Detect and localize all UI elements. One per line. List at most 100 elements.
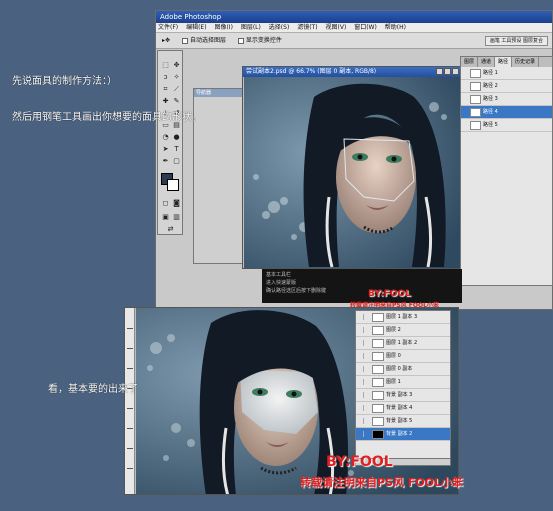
menu-filter[interactable]: 滤镜(T) <box>297 24 317 31</box>
menu-window[interactable]: 窗口(W) <box>354 24 377 31</box>
layer-name: 背景 副本 4 <box>386 405 413 411</box>
magic-wand-icon[interactable]: ✧ <box>172 73 181 82</box>
visibility-eye-icon[interactable] <box>358 366 364 372</box>
menu-edit[interactable]: 编辑(E) <box>186 24 206 31</box>
background-color-swatch[interactable] <box>167 179 179 191</box>
layer-thumbnail <box>372 326 384 335</box>
shape-tool-icon[interactable]: ▢ <box>172 157 181 166</box>
layers-panel: 图层 1 副本 3 图层 2 图层 1 副本 2 图层 0 图层 0 副本 图层… <box>355 310 451 464</box>
tab-paths[interactable]: 路径 <box>495 57 513 67</box>
layer-row[interactable]: 图层 2 <box>356 324 450 337</box>
path-row-2[interactable]: 路径 2 <box>461 80 552 93</box>
path-row-3[interactable]: 路径 3 <box>461 93 552 106</box>
blur-tool-icon[interactable]: ◔ <box>161 133 170 142</box>
layer-thumbnail <box>372 313 384 322</box>
layer-row-selected[interactable]: 背景 副本 2 <box>356 428 450 441</box>
layer-name: 图层 0 <box>386 353 401 359</box>
menu-help[interactable]: 帮助(H) <box>385 24 406 31</box>
path-thumbnail <box>470 69 481 78</box>
minimize-icon[interactable] <box>436 68 443 75</box>
document-title: 尝试副本2.psd @ 66.7% (图层 0 副本, RGB/8) <box>243 67 461 77</box>
layer-row[interactable]: 图层 0 <box>356 350 450 363</box>
visibility-eye-icon[interactable] <box>358 340 364 346</box>
menu-view[interactable]: 视图(V) <box>326 24 347 31</box>
layer-row[interactable]: 图层 1 副本 3 <box>356 311 450 324</box>
workspace-button[interactable]: 画笔 工具预设 图层复合 <box>484 36 548 46</box>
note-pen-step: 然后用钢笔工具画出你想要的面具的形状。 <box>12 112 202 123</box>
window-controls <box>436 68 459 75</box>
layer-name: 背景 副本 2 <box>386 431 413 437</box>
brush-tool-icon[interactable]: ✎ <box>172 97 181 106</box>
show-bounds-checkbox[interactable] <box>237 37 244 44</box>
pen-tool-icon[interactable]: ✒ <box>161 157 170 166</box>
layer-thumbnail <box>372 378 384 387</box>
visibility-eye-icon[interactable] <box>358 353 364 359</box>
dodge-tool-icon[interactable]: ● <box>172 133 181 142</box>
crop-tool-icon[interactable]: ⌗ <box>161 85 170 94</box>
signature-by: BY:FOOL <box>326 454 393 470</box>
layer-row[interactable]: 图层 1 <box>356 376 450 389</box>
visibility-eye-icon[interactable] <box>358 379 364 385</box>
path-select-icon[interactable]: ➤ <box>161 145 170 154</box>
layer-row[interactable]: 背景 副本 5 <box>356 415 450 428</box>
screen-mode-icon[interactable]: ▣ <box>161 213 170 222</box>
path-name: 路径 2 <box>483 83 498 89</box>
document-window-1: 尝试副本2.psd @ 66.7% (图层 0 副本, RGB/8) <box>242 66 462 269</box>
layer-thumbnail <box>372 391 384 400</box>
marquee-tool-icon[interactable]: ⬚ <box>161 61 170 70</box>
visibility-eye-icon[interactable] <box>358 327 364 333</box>
move-tool-icon[interactable]: ✥ <box>172 61 181 70</box>
visibility-eye-icon[interactable] <box>358 392 364 398</box>
options-bar: ▸✥ 自动选择图层 显示变换控件 画笔 工具预设 图层复合 <box>156 33 552 49</box>
path-row-4[interactable]: 路径 4 <box>461 106 552 119</box>
move-tool-icon[interactable]: ▸✥ <box>162 37 170 44</box>
portrait-photo <box>244 77 461 268</box>
layer-row[interactable]: 图层 0 副本 <box>356 363 450 376</box>
jump-imageready-icon[interactable]: ⇄ <box>166 225 175 234</box>
visibility-eye-icon[interactable] <box>358 418 364 424</box>
layer-name: 图层 1 副本 2 <box>386 340 418 346</box>
slice-tool-icon[interactable]: ⟋ <box>172 85 181 94</box>
lasso-tool-icon[interactable]: ↄ <box>161 73 170 82</box>
layer-name: 图层 1 副本 3 <box>386 314 418 320</box>
show-bounds-label: 显示变换控件 <box>245 37 282 44</box>
note-intro: 先说面具的制作方法：） <box>12 76 117 87</box>
auto-select-label: 自动选择图层 <box>189 37 226 44</box>
status-line-1: 基本工具栏 <box>266 272 292 278</box>
path-name: 路径 4 <box>483 109 498 115</box>
panel-tabs: 图层 通道 路径 历史记录 <box>461 57 552 67</box>
path-thumbnail <box>470 82 481 91</box>
vertical-ruler <box>125 308 135 494</box>
navigator-title: 导航器 <box>194 89 242 97</box>
standard-mode-icon[interactable]: ◻ <box>161 199 170 208</box>
auto-select-checkbox[interactable] <box>181 37 188 44</box>
maximize-icon[interactable] <box>444 68 451 75</box>
layer-row[interactable]: 背景 副本 3 <box>356 389 450 402</box>
visibility-eye-icon[interactable] <box>358 314 364 320</box>
tab-layers[interactable]: 图层 <box>461 57 479 67</box>
layer-row[interactable]: 图层 1 副本 2 <box>356 337 450 350</box>
layer-name: 图层 2 <box>386 327 401 333</box>
window-title: Adobe Photoshop <box>156 11 552 23</box>
layer-thumbnail <box>372 430 384 439</box>
menu-file[interactable]: 文件(F) <box>158 24 178 31</box>
menu-image[interactable]: 图像(I) <box>214 24 232 31</box>
menu-select[interactable]: 选择(S) <box>269 24 290 31</box>
type-tool-icon[interactable]: T <box>172 145 181 154</box>
quick-mask-icon[interactable]: ◙ <box>172 199 181 208</box>
layer-thumbnail <box>372 417 384 426</box>
path-row-1[interactable]: 路径 1 <box>461 67 552 80</box>
note-result: 看，基本要的出来了 <box>48 384 138 395</box>
healing-brush-icon[interactable]: ✚ <box>161 97 170 106</box>
layer-thumbnail <box>372 352 384 361</box>
layer-row[interactable]: 背景 副本 4 <box>356 402 450 415</box>
close-icon[interactable] <box>452 68 459 75</box>
visibility-eye-icon[interactable] <box>358 431 364 437</box>
path-row-5[interactable]: 路径 5 <box>461 119 552 132</box>
menu-layer[interactable]: 图层(L) <box>241 24 261 31</box>
screen-mode-full-icon[interactable]: ▥ <box>172 213 181 222</box>
tab-channels[interactable]: 通道 <box>478 57 496 67</box>
tab-history[interactable]: 历史记录 <box>512 57 540 67</box>
status-line-3: 确认路径选区后按下删除键 <box>266 288 327 294</box>
visibility-eye-icon[interactable] <box>358 405 364 411</box>
